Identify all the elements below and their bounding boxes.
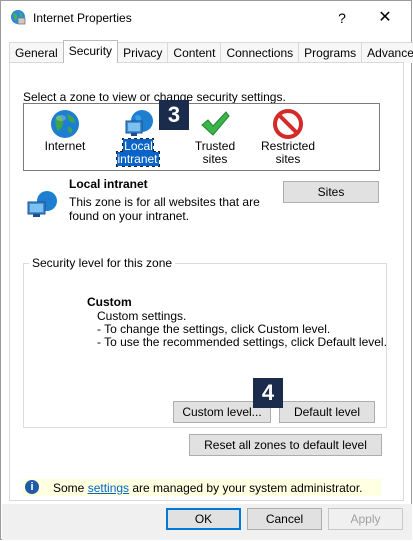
zone-list: Internet Local intranet Trusted sites Re…: [23, 103, 380, 171]
custom-level-title: Custom: [87, 295, 132, 309]
tab-connections[interactable]: Connections: [220, 42, 300, 63]
zone-label-local-intranet: Local intranet: [116, 138, 160, 167]
apply-button[interactable]: Apply: [328, 508, 403, 530]
zone-detail-line1: This zone is for all websites that are: [69, 195, 260, 209]
zone-trusted-sites[interactable]: Trusted sites: [182, 108, 248, 166]
tab-strip: General Security Privacy Content Connect…: [9, 40, 413, 63]
cancel-button[interactable]: Cancel: [247, 508, 322, 530]
callout-badge-3: 3: [159, 100, 189, 130]
zone-prompt: Select a zone to view or change security…: [23, 90, 286, 104]
custom-line2: - To change the settings, click Custom l…: [97, 322, 331, 336]
tab-security[interactable]: Security: [62, 40, 119, 63]
checkmark-icon: [182, 108, 248, 140]
security-level-legend: Security level for this zone: [29, 256, 176, 270]
sites-button[interactable]: Sites: [283, 181, 379, 203]
zone-internet[interactable]: Internet: [40, 108, 90, 153]
globe-icon: [40, 108, 90, 140]
info-prefix: Some: [53, 481, 88, 495]
window-title: Internet Properties: [33, 11, 132, 25]
zone-detail-description: This zone is for all websites that are f…: [69, 195, 269, 223]
zone-restricted-sites[interactable]: Restricted sites: [256, 108, 320, 166]
close-button[interactable]: ✕: [373, 7, 397, 29]
tab-privacy[interactable]: Privacy: [117, 42, 169, 63]
custom-level-description: Custom settings. - To change the setting…: [97, 310, 387, 349]
custom-line1: Custom settings.: [97, 309, 187, 323]
tab-advanced[interactable]: Advanced: [361, 42, 413, 63]
internet-properties-window: Internet Properties ? ✕ General Security…: [0, 0, 413, 540]
help-button[interactable]: ?: [331, 7, 353, 29]
internet-options-icon: [9, 8, 27, 26]
no-entry-icon: [256, 108, 320, 140]
local-intranet-icon: [25, 189, 59, 224]
zone-label-trusted-sites: Trusted sites: [194, 139, 236, 166]
title-bar: Internet Properties ? ✕: [1, 1, 411, 35]
tab-programs[interactable]: Programs: [298, 42, 363, 63]
zone-label-internet: Internet: [44, 139, 86, 153]
zone-detail-line2: found on your intranet.: [69, 209, 190, 223]
zone-label-restricted-line2: sites: [275, 152, 301, 166]
info-suffix: are managed by your system administrator…: [129, 481, 363, 495]
custom-line3: - To use the recommended settings, click…: [97, 335, 387, 349]
zone-detail-title: Local intranet: [69, 177, 148, 191]
info-message: Some settings are managed by your system…: [53, 481, 362, 495]
tab-content[interactable]: Content: [167, 42, 222, 63]
default-level-button[interactable]: Default level: [279, 401, 375, 423]
zone-label-restricted-line1: Restricted: [260, 139, 316, 153]
info-icon: i: [25, 480, 39, 494]
tab-general[interactable]: General: [9, 42, 64, 63]
callout-badge-4: 4: [253, 378, 283, 408]
settings-link[interactable]: settings: [88, 481, 129, 495]
reset-all-zones-button[interactable]: Reset all zones to default level: [189, 434, 382, 456]
ok-button[interactable]: OK: [166, 508, 241, 530]
